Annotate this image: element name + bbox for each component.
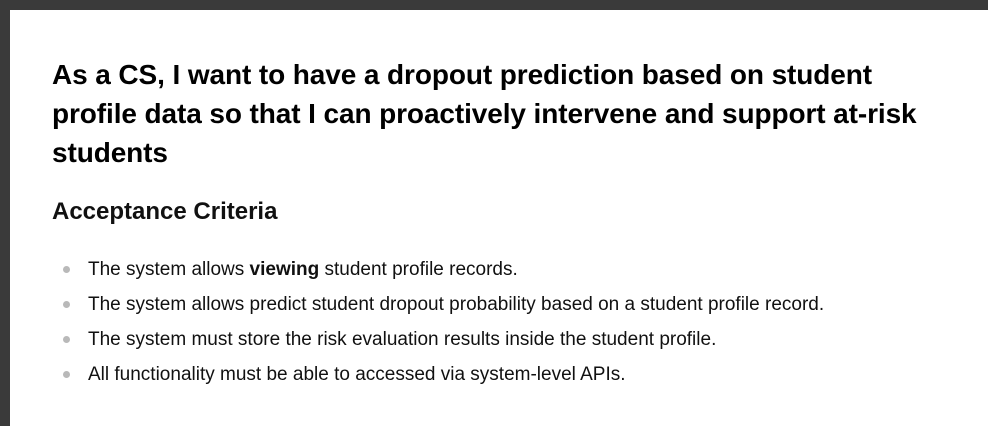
criteria-item-store: The system must store the risk evaluatio… xyxy=(52,322,948,357)
criteria-item-viewing: The system allows viewing student profil… xyxy=(52,252,948,287)
bullet-icon xyxy=(63,336,70,343)
criteria-item-predict: The system allows predict student dropou… xyxy=(52,287,948,322)
acceptance-criteria-list: The system allows viewing student profil… xyxy=(52,252,948,392)
bullet-icon xyxy=(63,266,70,273)
bullet-icon xyxy=(63,301,70,308)
criteria-item-api: All functionality must be able to access… xyxy=(52,357,948,392)
user-story-title: As a CS, I want to have a dropout predic… xyxy=(52,59,917,168)
criteria-text-suffix: student profile records. xyxy=(319,259,518,280)
document-page: As a CS, I want to have a dropout predic… xyxy=(10,10,988,426)
criteria-text: The system allows predict student dropou… xyxy=(88,294,825,315)
criteria-text: The system must store the risk evaluatio… xyxy=(88,329,717,350)
criteria-text: All functionality must be able to access… xyxy=(88,364,626,385)
criteria-emphasis: viewing xyxy=(249,259,320,280)
criteria-text-prefix: The system allows xyxy=(88,259,250,280)
bullet-icon xyxy=(63,371,70,378)
acceptance-criteria-heading: Acceptance Criteria xyxy=(52,198,278,225)
